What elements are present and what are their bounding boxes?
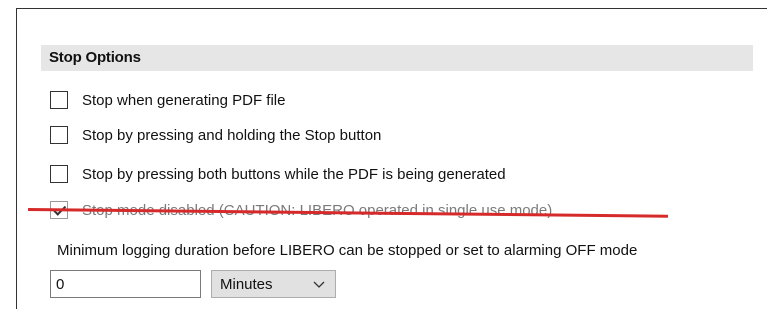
option-label: Stop by pressing and holding the Stop bu…	[82, 126, 382, 144]
section-header-stop-options: Stop Options	[41, 45, 753, 71]
option-stop-by-pressing-both-buttons[interactable]: Stop by pressing both buttons while the …	[50, 163, 506, 185]
chevron-down-icon	[313, 281, 325, 288]
checkbox[interactable]	[50, 126, 68, 144]
option-stop-by-holding-stop-button[interactable]: Stop by pressing and holding the Stop bu…	[50, 124, 381, 146]
min-duration-label: Minimum logging duration before LIBERO c…	[57, 242, 638, 259]
option-label: Stop by pressing both buttons while the …	[82, 165, 506, 183]
min-duration-input[interactable]	[50, 270, 201, 298]
option-label: Stop when generating PDF file	[82, 91, 286, 109]
option-stop-when-generating-pdf[interactable]: Stop when generating PDF file	[50, 89, 285, 111]
duration-unit-select[interactable]: Minutes	[211, 270, 336, 298]
checkbox[interactable]	[50, 91, 68, 109]
checkbox[interactable]	[50, 165, 68, 183]
duration-unit-value: Minutes	[220, 275, 273, 293]
